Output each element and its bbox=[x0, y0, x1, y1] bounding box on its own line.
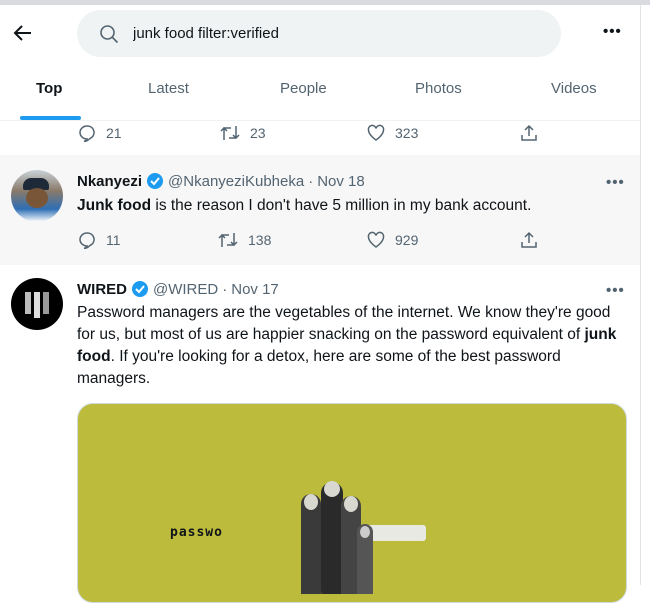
tweet-more-button[interactable]: ••• bbox=[606, 174, 625, 191]
verified-badge-icon bbox=[132, 281, 148, 297]
window-top-strip bbox=[0, 0, 650, 5]
tweet-text: Junk food is the reason I don't have 5 m… bbox=[77, 195, 627, 217]
wired-logo-icon bbox=[25, 292, 49, 318]
tab-top[interactable]: Top bbox=[36, 80, 62, 97]
separator-dot: · bbox=[308, 172, 314, 190]
scrollbar-edge bbox=[640, 5, 641, 585]
tweet-text: Password managers are the vegetables of … bbox=[77, 302, 622, 390]
retweet-icon bbox=[220, 126, 240, 140]
avatar[interactable] bbox=[11, 278, 63, 330]
reply-button[interactable]: 11 bbox=[78, 231, 121, 249]
tab-videos[interactable]: Videos bbox=[551, 80, 597, 97]
hand-graphic-icon bbox=[301, 481, 373, 594]
retweet-count: 138 bbox=[248, 232, 272, 248]
reply-count: 11 bbox=[106, 232, 121, 248]
tweet-actions: 11 138 929 bbox=[0, 231, 640, 251]
reply-count: 21 bbox=[106, 125, 122, 141]
search-icon bbox=[100, 24, 119, 43]
share-button[interactable] bbox=[520, 231, 538, 249]
like-count: 323 bbox=[395, 125, 419, 141]
retweet-count: 23 bbox=[250, 125, 266, 141]
verified-badge-icon bbox=[147, 173, 164, 189]
tweet-date[interactable]: Nov 18 bbox=[317, 173, 365, 190]
heart-icon bbox=[367, 124, 385, 141]
more-options-button[interactable]: ••• bbox=[603, 23, 622, 40]
reply-icon bbox=[79, 125, 95, 142]
author-handle[interactable]: @WIRED bbox=[153, 281, 218, 298]
tab-latest[interactable]: Latest bbox=[148, 80, 189, 97]
back-button[interactable] bbox=[12, 22, 34, 49]
search-input[interactable] bbox=[133, 25, 513, 42]
tweet-more-button[interactable]: ••• bbox=[606, 282, 625, 299]
like-button[interactable]: 323 bbox=[367, 124, 418, 142]
tweet-text-part: . If you're looking for a detox, here ar… bbox=[77, 348, 561, 387]
tweet-text-rest: is the reason I don't have 5 million in … bbox=[151, 197, 532, 214]
divider bbox=[0, 120, 640, 121]
author-name[interactable]: WIRED bbox=[77, 281, 127, 298]
tab-people[interactable]: People bbox=[280, 80, 327, 97]
share-icon bbox=[521, 231, 537, 248]
share-icon bbox=[521, 124, 537, 141]
tab-photos[interactable]: Photos bbox=[415, 80, 462, 97]
share-button[interactable] bbox=[520, 124, 538, 142]
reply-button[interactable]: 21 bbox=[78, 124, 122, 142]
retweet-button[interactable]: 23 bbox=[220, 124, 266, 142]
avatar[interactable] bbox=[11, 170, 63, 222]
tweet-media-image[interactable]: passwo ** bbox=[77, 403, 627, 603]
author-name[interactable]: Nkanyezi bbox=[77, 173, 142, 190]
retweet-button[interactable]: 138 bbox=[218, 231, 271, 249]
heart-icon bbox=[367, 231, 385, 248]
retweet-icon bbox=[218, 233, 238, 247]
back-arrow-icon bbox=[13, 25, 31, 41]
like-count: 929 bbox=[395, 232, 419, 248]
like-button[interactable]: 929 bbox=[367, 231, 418, 249]
prev-tweet-actions: 21 23 323 bbox=[0, 124, 640, 144]
search-bar[interactable] bbox=[77, 10, 561, 57]
tweet-date[interactable]: Nov 17 bbox=[231, 281, 279, 298]
reply-icon bbox=[79, 232, 95, 249]
separator-dot: · bbox=[222, 280, 228, 298]
author-handle[interactable]: @NkanyeziKubheka bbox=[168, 173, 304, 190]
image-password-label: passwo bbox=[170, 525, 223, 540]
tweet-nkanyezi[interactable]: Nkanyezi @NkanyeziKubheka · Nov 18 ••• J… bbox=[0, 155, 640, 265]
tweet-text-part: Password managers are the vegetables of … bbox=[77, 304, 611, 343]
highlighted-term: Junk food bbox=[77, 197, 152, 214]
